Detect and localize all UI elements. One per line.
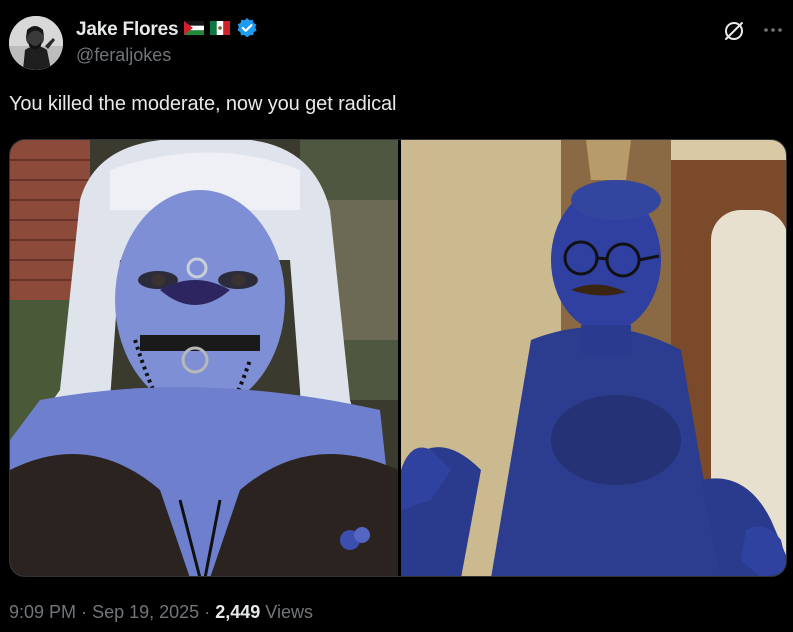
tweet-meta: 9:09 PM · Sep 19, 2025 · 2,449 Views [9,602,313,623]
photo-left[interactable] [10,140,398,576]
meta-separator: · [204,602,211,622]
tweet-time[interactable]: 9:09 PM [9,602,76,622]
photo-right[interactable] [401,140,786,576]
mexico-flag-icon [210,20,231,40]
author-display-name[interactable]: Jake Flores [76,19,179,41]
tweet: Jake Flores @feraljokes You killed the m… [0,0,793,632]
tweet-date[interactable]: Sep 19, 2025 [92,602,199,622]
views-count: 2,449 [215,602,261,622]
avatar[interactable] [9,16,63,70]
grok-icon[interactable] [722,19,746,43]
more-icon[interactable] [760,19,786,41]
author-handle[interactable]: @feraljokes [76,45,171,66]
views-label: Views [265,602,313,622]
media-grid [9,139,787,577]
meta-separator: · [81,602,88,622]
palestine-flag-icon [184,20,205,40]
tweet-text: You killed the moderate, now you get rad… [9,93,397,115]
verified-badge-icon[interactable] [236,17,258,44]
author-name-row: Jake Flores [76,17,258,43]
